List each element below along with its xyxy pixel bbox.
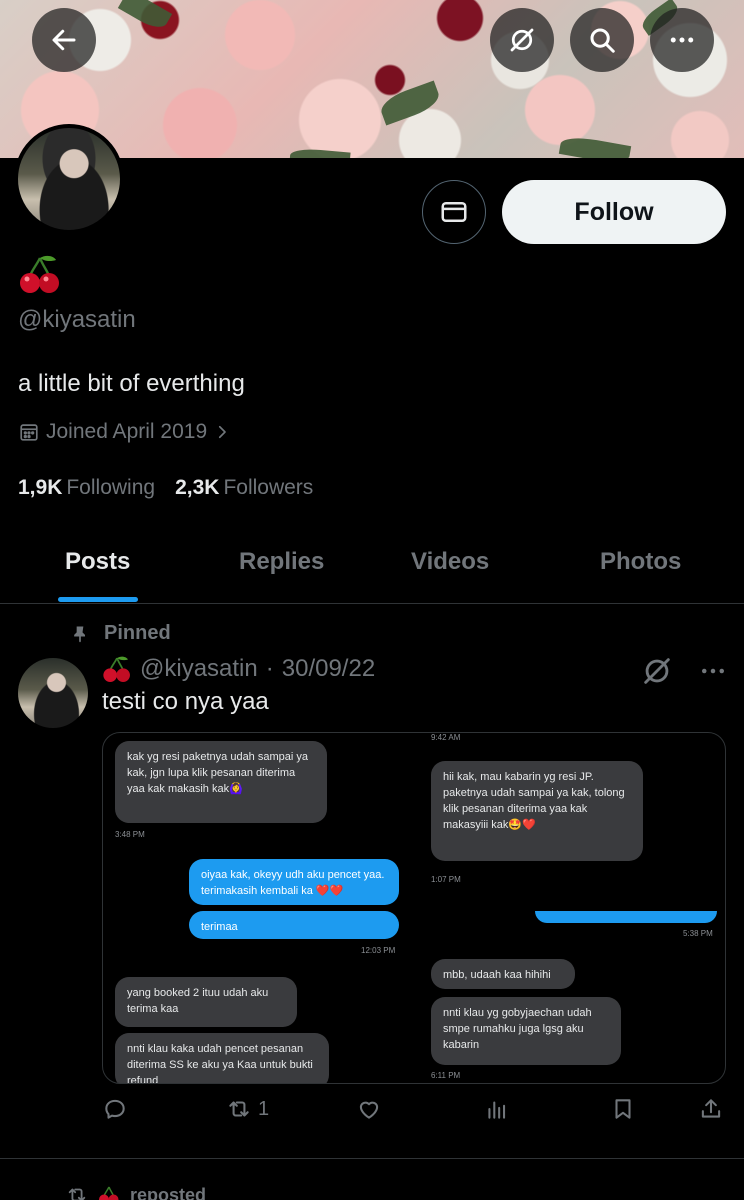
profile-banner[interactable] [0, 0, 744, 158]
grok-button[interactable] [490, 8, 554, 72]
post-text: testi co nya yaa [102, 688, 269, 715]
profile-handle: @kiyasatin [18, 306, 136, 333]
tab-videos[interactable]: Videos [411, 520, 489, 604]
reply-icon [105, 1099, 125, 1119]
views-button[interactable] [484, 1096, 510, 1122]
repost-button[interactable]: 1 [226, 1096, 269, 1122]
heart-icon [359, 1101, 379, 1119]
post-author-handle[interactable]: @kiyasatin [140, 655, 258, 683]
back-button[interactable] [32, 8, 96, 72]
chat-bubble-outgoing: terimaa [189, 911, 399, 939]
bookmark-button[interactable] [610, 1096, 636, 1122]
arrow-left-icon [52, 29, 76, 51]
chat-bubble-incoming: nnti klau yg gobyjaechan udah smpe rumah… [431, 997, 621, 1065]
followers-label: Followers [223, 476, 314, 499]
chat-bubble-incoming: mbb, udaah kaa hihihi [431, 959, 575, 989]
repost-icon [229, 1101, 249, 1117]
joined-date[interactable]: Joined April 2019 [18, 420, 231, 444]
more-horizontal-icon [670, 37, 694, 43]
like-button[interactable] [356, 1096, 382, 1122]
more-button[interactable] [650, 8, 714, 72]
followers-count: 2,3K [175, 476, 220, 499]
pin-icon [74, 626, 85, 642]
slashed-circle-icon [510, 28, 534, 52]
chat-timestamp: 3:48 PM [115, 830, 145, 839]
followers-link[interactable]: 2,3K Followers [175, 476, 313, 500]
share-button[interactable] [698, 1096, 724, 1122]
chat-bubble-outgoing [535, 911, 717, 923]
profile-bio: a little bit of everthing [18, 370, 245, 397]
chat-timestamp: 5:38 PM [683, 929, 713, 938]
chevron-right-icon [219, 425, 226, 439]
post-header: 🍒 @kiyasatin · 30/09/22 [102, 654, 375, 684]
following-count: 1,9K [18, 476, 63, 499]
bookmark-icon [615, 1099, 631, 1119]
grok-icon[interactable] [640, 654, 674, 688]
tab-replies[interactable]: Replies [239, 520, 324, 604]
tab-photos[interactable]: Photos [600, 520, 681, 604]
chat-bubble-incoming: nnti klau kaka udah pencet pesanan diter… [115, 1033, 329, 1083]
profile-avatar[interactable] [14, 124, 124, 234]
pinned-label: Pinned [70, 622, 171, 645]
post-media[interactable]: kak yg resi paketnya udah sampai ya kak,… [102, 732, 726, 1084]
cherry-icon [103, 656, 130, 682]
reposted-header: 🍒 reposted [66, 1184, 206, 1200]
share-icon [701, 1099, 721, 1118]
calendar-icon [20, 424, 38, 441]
chat-timestamp: 6:11 PM [431, 1071, 461, 1080]
search-icon [590, 28, 615, 53]
cherry-icon [20, 255, 59, 293]
tab-posts[interactable]: Posts [65, 520, 130, 604]
post-separator: · [265, 655, 274, 682]
post-avatar[interactable] [18, 658, 88, 728]
search-button[interactable] [570, 8, 634, 72]
chat-bubble-outgoing: oiyaa kak, okeyy udh aku pencet yaa. ter… [189, 859, 399, 905]
profile-tabs: Posts Replies Videos Photos [0, 520, 744, 604]
cherry-icon [99, 1186, 119, 1200]
chat-bubble-incoming: kak yg resi paketnya udah sampai ya kak,… [115, 741, 327, 823]
post-header-actions [640, 654, 728, 688]
analytics-icon [488, 1101, 506, 1119]
chat-timestamp: 12:03 PM [361, 946, 396, 955]
envelope-icon [441, 202, 467, 222]
chat-bubble-incoming: hii kak, mau kabarin yg resi JP. paketny… [431, 761, 643, 861]
post-date[interactable]: 30/09/22 [282, 655, 375, 683]
following-label: Following [66, 476, 156, 499]
profile-display-name: 🍒 [18, 252, 62, 307]
reposted-label: reposted [130, 1184, 207, 1200]
post-actions: 1 [102, 1096, 726, 1132]
chat-bubble-incoming: yang booked 2 ituu udah aku terima kaa [115, 977, 297, 1027]
follow-stats: 1,9K Following 2,3K Followers [18, 476, 313, 500]
joined-label: Joined April 2019 [46, 420, 208, 443]
follow-button[interactable]: Follow [502, 180, 726, 244]
post-divider [0, 1158, 744, 1159]
active-tab-indicator [58, 597, 138, 602]
pinned-text: Pinned [104, 622, 171, 644]
reply-button[interactable] [102, 1096, 128, 1122]
message-button[interactable] [422, 180, 486, 244]
following-link[interactable]: 1,9K Following [18, 476, 155, 500]
more-horizontal-icon[interactable] [698, 656, 728, 686]
repost-icon [68, 1188, 86, 1200]
repost-count: 1 [258, 1097, 270, 1120]
chat-timestamp: 9:42 AM [431, 733, 461, 742]
chat-timestamp: 1:07 PM [431, 875, 461, 884]
